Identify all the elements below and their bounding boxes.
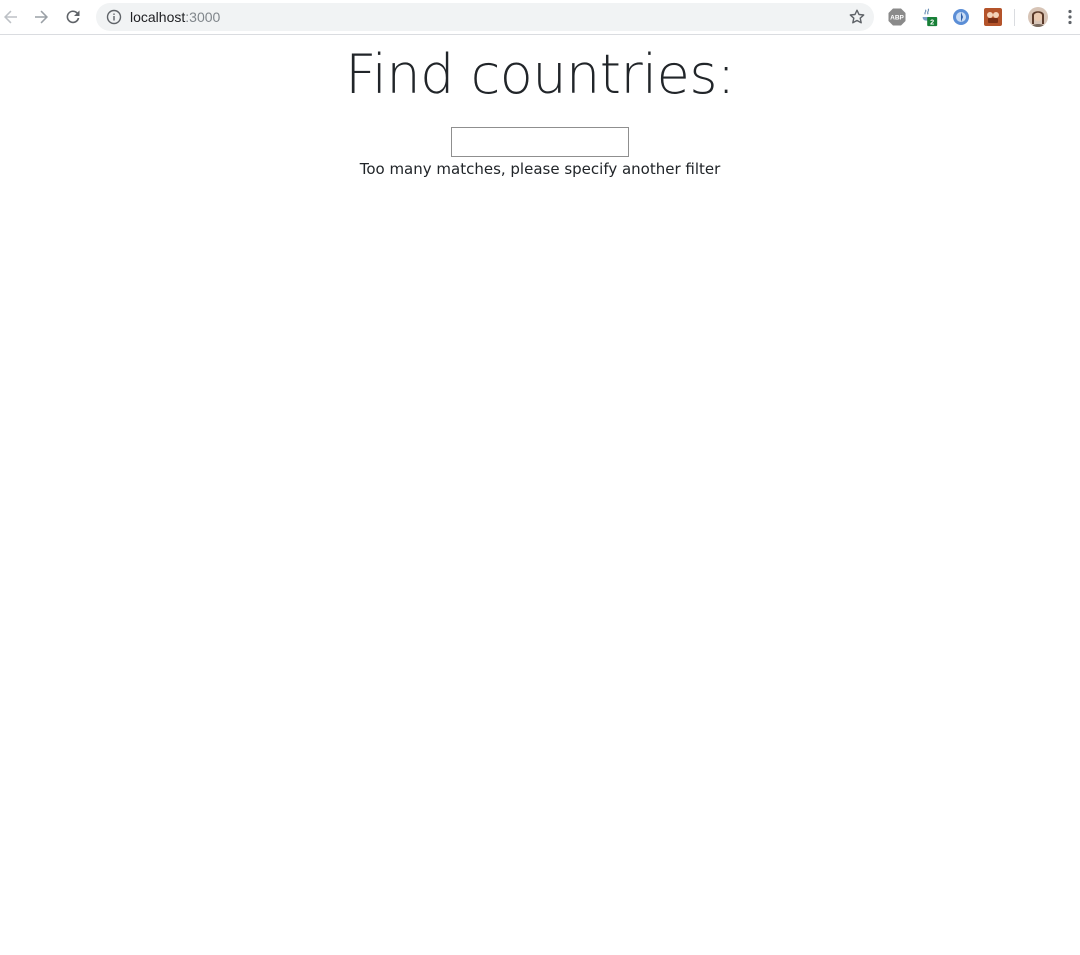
bookmark-star-icon[interactable] [848,8,866,26]
address-bar[interactable]: localhost:3000 [96,3,874,31]
extension-badge: 2 [930,17,934,26]
blue-extension-icon[interactable] [951,7,971,27]
reload-button[interactable] [62,6,84,28]
orange-extension-icon[interactable] [983,7,1003,27]
browser-toolbar: localhost:3000 ABP 2 [0,0,1080,35]
more-vertical-icon[interactable] [1062,8,1078,26]
profile-avatar[interactable] [1028,7,1048,27]
svg-text:ABP: ABP [890,15,904,22]
country-search-input[interactable] [451,127,629,157]
java-extension-icon[interactable]: 2 [919,7,939,27]
filter-message: Too many matches, please specify another… [359,160,721,178]
page-content: Find countries: Too many matches, please… [0,36,1080,955]
url-port: :3000 [185,9,221,25]
url-host: localhost [130,9,186,25]
arrow-left-icon [4,10,17,24]
url-text[interactable]: localhost:3000 [130,9,220,25]
back-button[interactable] [0,6,22,28]
arrow-right-icon [35,10,48,24]
toolbar-divider [1014,9,1015,26]
avatar-icon [1028,7,1048,27]
forward-button[interactable] [30,6,52,28]
adblock-plus-icon[interactable]: ABP [887,7,907,27]
info-icon[interactable] [106,9,122,25]
page-title: Find countries: [345,43,735,106]
reload-icon [66,10,80,24]
